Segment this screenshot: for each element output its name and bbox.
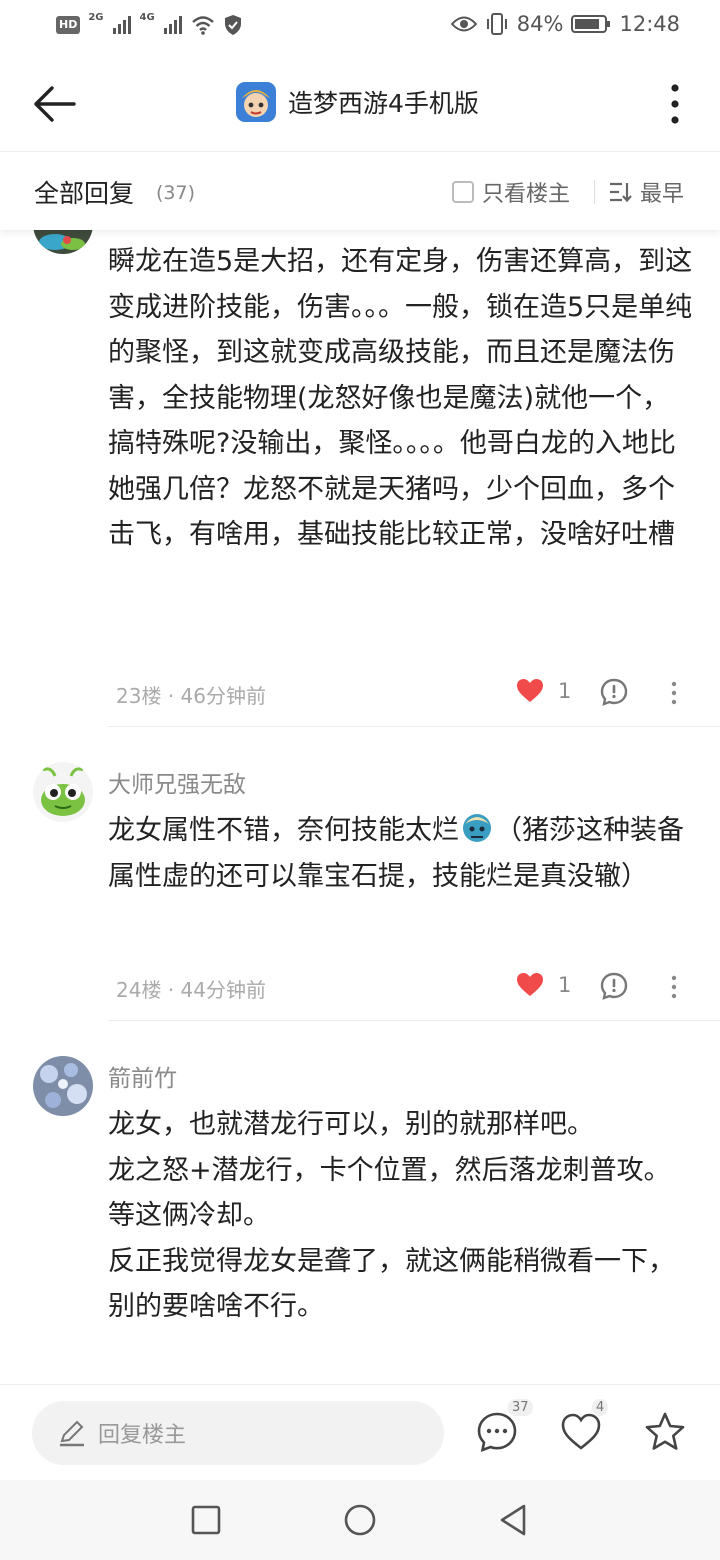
reply-divider xyxy=(108,1020,720,1021)
square-icon xyxy=(191,1505,221,1535)
home-button[interactable] xyxy=(342,1502,378,1538)
app-bar: 造梦西游4手机版 xyxy=(0,56,720,152)
like-button[interactable]: 1 xyxy=(516,678,571,704)
circle-icon xyxy=(344,1504,376,1536)
reply-text-line: 反正我觉得龙女是聋了，就这俩能稍微看一下，别的要啥啥不行。 xyxy=(108,1245,675,1323)
owner-only-checkbox[interactable] xyxy=(452,181,474,203)
sort-label: 最早 xyxy=(640,182,685,207)
comment-icon xyxy=(600,972,628,1000)
avatar[interactable] xyxy=(33,762,93,822)
signal-icon xyxy=(112,16,131,34)
wifi-icon xyxy=(191,16,214,35)
comment-button[interactable] xyxy=(600,972,628,1000)
comment-button[interactable] xyxy=(600,678,628,706)
owner-only-label: 只看楼主 xyxy=(482,182,571,207)
reply-more-button[interactable] xyxy=(668,974,680,1000)
battery-icon xyxy=(571,15,611,33)
reply-input[interactable]: 回复楼主 xyxy=(32,1401,444,1465)
like-button[interactable]: 1 xyxy=(516,972,571,998)
like-count: 1 xyxy=(558,973,572,997)
clock: 12:48 xyxy=(619,12,680,36)
comment-icon xyxy=(477,1412,517,1453)
star-outline-icon xyxy=(645,1412,685,1450)
sort-icon xyxy=(610,182,632,203)
sort-button[interactable]: 最早 xyxy=(608,176,684,208)
like-count: 1 xyxy=(558,679,572,703)
network-label-1: 2G xyxy=(88,12,104,23)
all-replies-label: 全部回复 xyxy=(34,179,135,208)
signal-icon xyxy=(163,16,182,34)
reply-text: 龙女，也就潜龙行可以，别的就那样吧。 龙之怒+潜龙行，卡个位置，然后落龙刺普攻。… xyxy=(108,1102,694,1330)
filter-bar: 全部回复 (37) 只看楼主 最早 xyxy=(0,152,720,230)
pencil-icon xyxy=(60,1420,84,1447)
title-wrap[interactable]: 造梦西游4手机版 xyxy=(236,82,479,122)
vibrate-icon xyxy=(486,13,507,35)
heart-filled-icon xyxy=(517,679,543,702)
vertical-dots-icon xyxy=(671,681,677,705)
username[interactable]: 大师兄强无敌 xyxy=(108,765,246,799)
reply-text: 瞬龙在造5是大招，还有定身，伤害还算高，到这变成进阶技能，伤害。。。一般，锁在造… xyxy=(108,246,693,550)
emoji-icon xyxy=(461,812,493,844)
reply-text: 龙女属性不错，奈何技能太烂 （猪莎这种装备属性虚的还可以靠宝石提，技能烂是真没辙） xyxy=(108,808,694,899)
reply-text-line: 龙女，也就潜龙行可以，别的就那样吧。 xyxy=(108,1109,594,1140)
shield-icon xyxy=(224,15,241,35)
hd-badge: HD xyxy=(56,16,81,34)
like-count-badge: 4 xyxy=(592,1399,609,1416)
system-nav-bar xyxy=(0,1480,720,1560)
reply-text-part: 龙女属性不错，奈何技能太烂 xyxy=(108,815,459,846)
vertical-dots-icon xyxy=(671,84,679,124)
back-button[interactable] xyxy=(30,82,78,126)
battery-percent: 84% xyxy=(516,12,564,36)
heart-outline-icon xyxy=(561,1413,601,1450)
comment-icon xyxy=(600,678,628,706)
username[interactable]: 箭前竹 xyxy=(108,1059,177,1093)
reply-item: 箭前竹 龙女，也就潜龙行可以，别的就那样吧。 龙之怒+潜龙行，卡个位置，然后落龙… xyxy=(0,1022,720,1384)
network-label-2: 4G xyxy=(139,12,155,23)
back-nav-button[interactable] xyxy=(496,1502,532,1538)
vertical-dots-icon xyxy=(671,975,677,999)
bottom-action-bar: 回复楼主 37 4 xyxy=(0,1384,720,1480)
comments-button[interactable] xyxy=(476,1411,518,1453)
reply-meta: 23楼 · 46分钟前 xyxy=(116,684,266,708)
avatar[interactable] xyxy=(33,230,93,254)
heart-filled-icon xyxy=(517,973,543,996)
reply-more-button[interactable] xyxy=(668,680,680,706)
favorite-button[interactable] xyxy=(644,1411,686,1453)
reply-text-line: 龙之怒+潜龙行，卡个位置，然后落龙刺普攻。 xyxy=(108,1154,671,1186)
reply-text-line: 等这俩冷却。 xyxy=(108,1200,270,1231)
like-post-button[interactable] xyxy=(560,1411,602,1453)
avatar[interactable] xyxy=(33,1056,93,1116)
reply-placeholder: 回复楼主 xyxy=(98,1423,187,1448)
comment-count-badge: 37 xyxy=(508,1399,533,1416)
more-options-button[interactable] xyxy=(660,80,690,128)
triangle-back-icon xyxy=(500,1504,526,1536)
filter-divider xyxy=(594,180,595,204)
owner-only-toggle[interactable]: 只看楼主 xyxy=(452,176,570,208)
reply-item: 瞬龙在造5是大招，还有定身，伤害还算高，到这变成进阶技能，伤害。。。一般，锁在造… xyxy=(0,230,720,728)
status-bar: HD 2G 4G 84% 12:48 xyxy=(0,0,720,56)
reply-meta: 24楼 · 44分钟前 xyxy=(116,978,266,1002)
eye-icon xyxy=(450,16,477,32)
back-arrow-icon xyxy=(34,86,76,122)
status-right: 84% 12:48 xyxy=(450,12,680,36)
status-left: HD 2G 4G xyxy=(56,12,243,36)
reply-count: (37) xyxy=(156,182,196,204)
recents-button[interactable] xyxy=(188,1502,224,1538)
page-title: 造梦西游4手机版 xyxy=(288,89,479,118)
reply-list[interactable]: 瞬龙在造5是大招，还有定身，伤害还算高，到这变成进阶技能，伤害。。。一般，锁在造… xyxy=(0,230,720,1384)
game-icon xyxy=(236,82,276,122)
reply-divider xyxy=(108,726,720,727)
reply-item: 大师兄强无敌 龙女属性不错，奈何技能太烂 （猪莎这种装备属性虚的还可以靠宝石提，技… xyxy=(0,728,720,1022)
